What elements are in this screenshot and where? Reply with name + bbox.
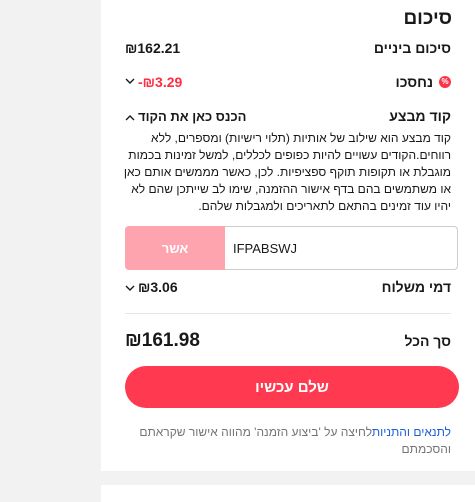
total-value: ₪161.98	[125, 330, 200, 351]
shipping-toggle[interactable]: ₪3.06	[125, 279, 178, 295]
discount-label: נחסכו	[395, 74, 433, 90]
total-label: סך הכל	[404, 333, 451, 349]
promo-label: קוד מבצע	[389, 108, 451, 124]
promo-code-row: קוד מבצע הכנס כאן את הקוד	[125, 108, 451, 124]
promo-toggle[interactable]: הכנס כאן את הקוד	[125, 109, 246, 124]
chevron-up-icon	[125, 109, 135, 124]
terms-link[interactable]: לתנאים והתניות	[372, 425, 451, 439]
promo-code-input[interactable]	[225, 226, 458, 270]
terms-notice: לתנאים והתניותלחיצה על 'ביצוע הזמנה' מהו…	[125, 424, 451, 458]
chevron-down-icon	[125, 76, 135, 88]
percent-badge-icon: %	[439, 76, 451, 88]
discount-value: -₪3.29	[138, 74, 183, 90]
subtotal-value: ₪162.21	[125, 40, 181, 56]
shipping-row[interactable]: דמי משלוח ₪3.06	[125, 279, 451, 295]
pay-now-button[interactable]: שלם עכשיו	[125, 366, 459, 408]
subtotal-label: סיכום ביניים	[373, 40, 451, 56]
next-section-card	[101, 485, 475, 502]
promo-description: קוד מבצע הוא שילוב של אותיות (תלוי רישיו…	[123, 131, 451, 213]
shipping-label: דמי משלוח	[381, 279, 451, 295]
discount-label-group: % נחסכו	[396, 74, 451, 90]
discount-row[interactable]: % נחסכו -₪3.29	[125, 74, 451, 90]
apply-promo-button[interactable]: אשר	[125, 226, 225, 270]
shipping-value: ₪3.06	[138, 279, 178, 295]
subtotal-row: סיכום ביניים ₪162.21	[125, 40, 451, 56]
chevron-down-icon	[125, 279, 135, 295]
total-row: סך הכל ₪161.98	[125, 330, 451, 352]
promo-code-form: אשר	[125, 226, 458, 270]
discount-toggle[interactable]: -₪3.29	[125, 74, 182, 90]
order-summary-card: סיכום סיכום ביניים ₪162.21 % נחסכו -₪3.2…	[101, 0, 475, 471]
divider	[125, 313, 451, 314]
promo-toggle-label: הכנס כאן את הקוד	[138, 108, 247, 124]
summary-title: סיכום	[403, 8, 452, 29]
